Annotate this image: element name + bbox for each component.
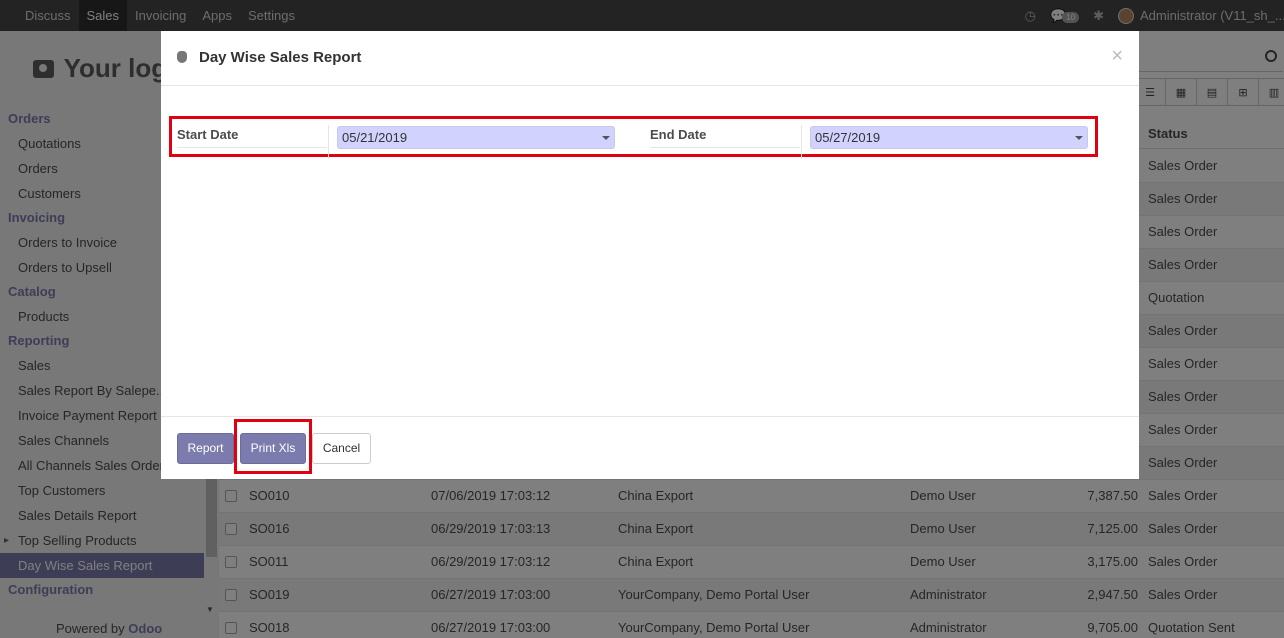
close-icon[interactable]: × [1111, 45, 1123, 68]
date-range-form: Start Date 05/21/2019 End Date 05/27/201… [169, 116, 1098, 159]
end-date-input[interactable]: 05/27/2019 [810, 126, 1088, 149]
end-date-label: End Date [650, 127, 707, 142]
day-wise-sales-report-dialog: Day Wise Sales Report × Start Date 05/21… [161, 31, 1139, 479]
dialog-footer: Report Print Xls Cancel [161, 416, 1139, 479]
dialog-header: Day Wise Sales Report × [161, 31, 1139, 86]
report-button[interactable]: Report [177, 433, 234, 464]
print-xls-button[interactable]: Print Xls [240, 433, 306, 464]
start-date-input[interactable]: 05/21/2019 [337, 126, 615, 149]
divider [650, 147, 800, 148]
chevron-down-icon[interactable] [602, 136, 610, 140]
chevron-down-icon[interactable] [1075, 136, 1083, 140]
cancel-button[interactable]: Cancel [312, 433, 371, 464]
dialog-title: Day Wise Sales Report [199, 49, 362, 66]
divider [801, 125, 802, 159]
divider [328, 125, 329, 159]
start-date-label: Start Date [177, 127, 239, 142]
divider [177, 147, 327, 148]
bug-icon [177, 51, 187, 63]
